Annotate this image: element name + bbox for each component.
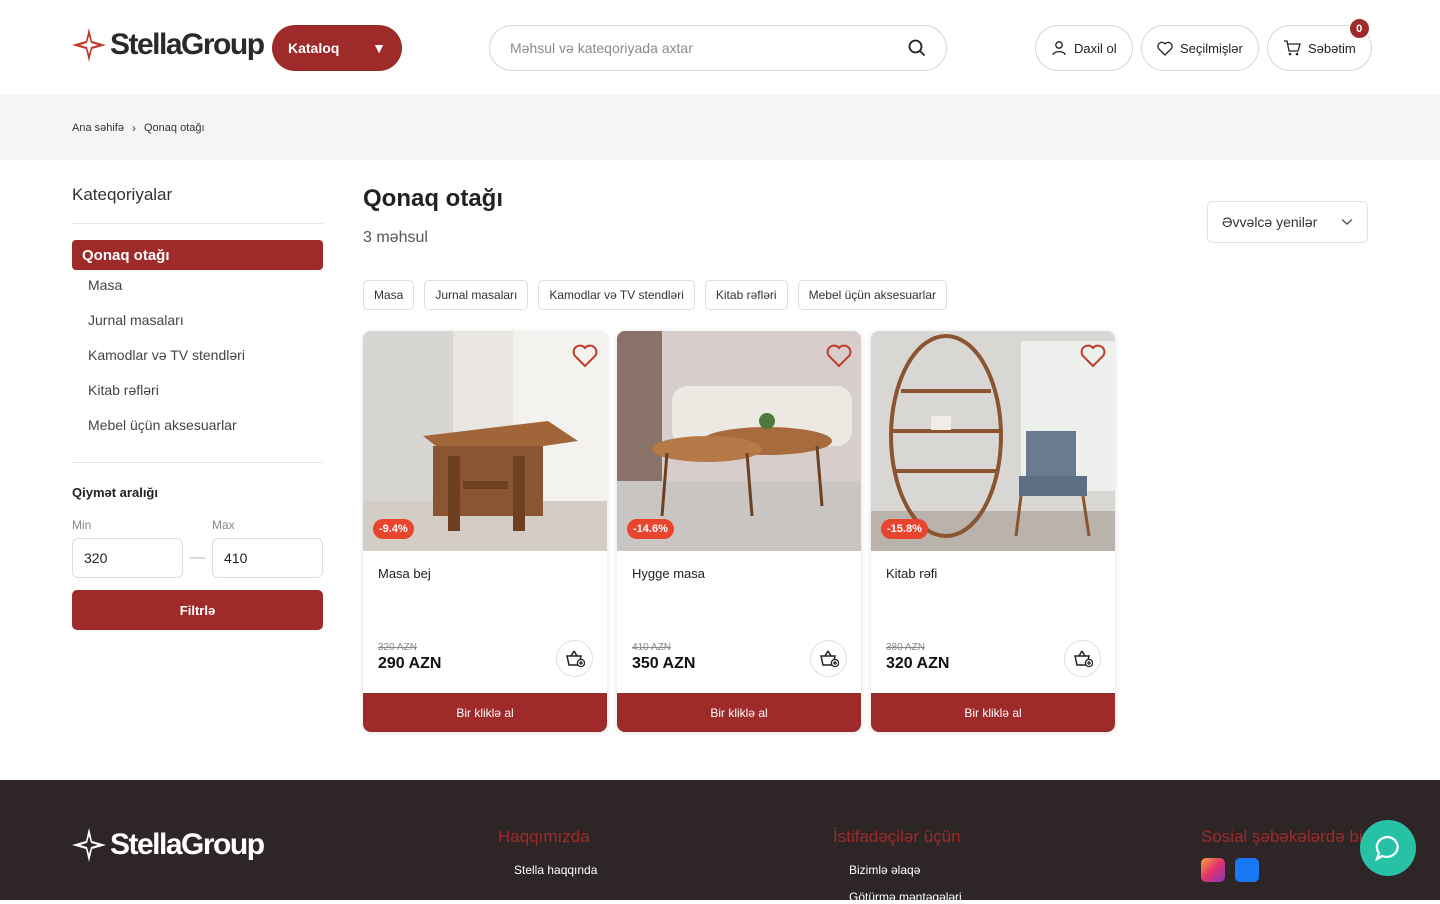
favorites-label: Seçilmişlər <box>1180 40 1243 56</box>
chat-bubble-icon <box>1375 835 1399 862</box>
heart-icon <box>1157 41 1173 56</box>
discount-badge: -15.8% <box>881 519 928 539</box>
chip[interactable]: Kitab rəfləri <box>704 280 788 310</box>
sort-label: Əvvəlcə yenilər <box>1222 214 1318 230</box>
footer-about-title: Haqqımızda <box>498 827 590 846</box>
old-price: 320 AZN <box>378 642 417 653</box>
category-item[interactable]: Masa <box>72 267 323 302</box>
add-to-cart-button[interactable] <box>1064 640 1101 677</box>
add-to-cart-button[interactable] <box>810 640 847 677</box>
discount-badge: -14.6% <box>627 519 674 539</box>
instagram-icon[interactable] <box>1201 858 1225 882</box>
footer-link[interactable]: Stella haqqında <box>514 863 597 877</box>
category-item[interactable]: Jurnal masaları <box>72 302 323 337</box>
footer-link[interactable]: Götürmə məntəqələri <box>849 890 962 904</box>
footer-logo-text: StellaGroup <box>110 828 265 861</box>
favorites-button[interactable]: Seçilmişlər <box>1141 25 1259 71</box>
subcategory-chips: Masa Jurnal masaları Kamodlar və TV sten… <box>363 280 947 310</box>
category-item[interactable]: Kamodlar və TV stendləri <box>72 337 323 372</box>
old-price: 410 AZN <box>632 642 671 653</box>
product-card[interactable]: -9.4% Masa bej 320 AZN 290 AZN Bir klikl… <box>363 331 607 732</box>
max-label: Max <box>212 518 235 532</box>
favorite-heart-icon[interactable] <box>572 344 598 368</box>
range-dash: — <box>189 549 206 566</box>
category-item[interactable]: Mebel üçün aksesuarlar <box>72 407 323 442</box>
min-price-input[interactable] <box>72 538 183 578</box>
search-bar[interactable] <box>489 25 947 71</box>
favorite-heart-icon[interactable] <box>826 344 852 368</box>
price: 320 AZN <box>886 655 950 672</box>
footer-users-title: İstifadəçilər üçün <box>833 827 961 846</box>
buy-one-click-button[interactable]: Bir kliklə al <box>363 693 607 732</box>
buy-one-click-button[interactable]: Bir kliklə al <box>871 693 1115 732</box>
login-button[interactable]: Daxil ol <box>1035 25 1133 71</box>
add-to-cart-button[interactable] <box>556 640 593 677</box>
product-image[interactable]: -15.8% <box>871 331 1115 551</box>
breadcrumb: Ana səhifə › Qonaq otağı <box>0 95 1440 160</box>
sort-select[interactable]: Əvvəlcə yenilər <box>1207 201 1368 243</box>
discount-badge: -9.4% <box>373 519 414 539</box>
chip[interactable]: Masa <box>363 280 415 310</box>
filter-button[interactable]: Filtrlə <box>72 590 323 630</box>
user-icon <box>1052 41 1066 56</box>
favorite-heart-icon[interactable] <box>1080 344 1106 368</box>
price: 290 AZN <box>378 655 442 672</box>
logo-star-icon <box>72 828 106 862</box>
chip[interactable]: Mebel üçün aksesuarlar <box>797 280 947 310</box>
site-footer: StellaGroup Haqqımızda Stella haqqında İ… <box>0 780 1440 904</box>
catalog-button[interactable]: Kataloq ▼ <box>272 25 402 71</box>
product-name[interactable]: Hygge masa <box>632 566 705 581</box>
cart-count-badge: 0 <box>1347 17 1371 40</box>
footer-logo[interactable]: StellaGroup <box>72 828 265 862</box>
cart-label: Səbətim <box>1308 40 1356 56</box>
logo-star-icon <box>72 28 106 62</box>
search-icon[interactable] <box>908 39 926 57</box>
sidebar: Kateqoriyalar Qonaq otağı Masa Jurnal ma… <box>72 185 323 630</box>
catalog-label: Kataloq <box>288 40 340 56</box>
chip[interactable]: Kamodlar və TV stendləri <box>538 280 695 310</box>
chip[interactable]: Jurnal masaları <box>424 280 529 310</box>
category-item[interactable]: Kitab rəfləri <box>72 372 323 407</box>
old-price: 380 AZN <box>886 642 925 653</box>
main-content: Qonaq otağı 3 məhsul Əvvəlcə yenilər Mas… <box>363 185 1368 732</box>
breadcrumb-current: Qonaq otağı <box>143 121 205 134</box>
basket-plus-icon <box>1073 650 1093 667</box>
login-label: Daxil ol <box>1074 40 1117 56</box>
category-list: Qonaq otağı Masa Jurnal masaları Kamodla… <box>72 240 323 463</box>
product-image[interactable]: -9.4% <box>363 331 607 551</box>
basket-plus-icon <box>819 650 839 667</box>
chat-button[interactable] <box>1360 820 1416 876</box>
cart-icon <box>1284 40 1301 56</box>
price: 350 AZN <box>632 655 696 672</box>
product-image[interactable]: -14.6% <box>617 331 861 551</box>
coffee-table-image <box>617 331 861 551</box>
breadcrumb-home[interactable]: Ana səhifə <box>72 122 124 134</box>
max-price-input[interactable] <box>212 538 323 578</box>
facebook-icon[interactable] <box>1235 858 1259 882</box>
cart-button[interactable]: Səbətim 0 <box>1267 17 1372 71</box>
site-header: StellaGroup Kataloq ▼ Daxil ol Seçilmişl… <box>0 0 1440 95</box>
footer-link[interactable]: Bizimlə əlaqə <box>849 863 920 877</box>
table-image <box>363 331 607 551</box>
product-name[interactable]: Kitab rəfi <box>886 566 937 581</box>
chevron-down-icon <box>1341 218 1353 225</box>
logo-text: StellaGroup <box>110 28 265 61</box>
product-name[interactable]: Masa bej <box>378 566 431 581</box>
search-input[interactable] <box>510 40 870 56</box>
chevron-right-icon: › <box>131 120 136 135</box>
product-card[interactable]: -14.6% Hygge masa 410 AZN 350 AZN Bir kl… <box>617 331 861 732</box>
bookshelf-image <box>871 331 1115 551</box>
min-label: Min <box>72 518 92 532</box>
basket-plus-icon <box>565 650 585 667</box>
product-card[interactable]: -15.8% Kitab rəfi 380 AZN 320 AZN Bir kl… <box>871 331 1115 732</box>
site-logo[interactable]: StellaGroup <box>72 28 265 62</box>
category-active[interactable]: Qonaq otağı <box>72 240 323 270</box>
price-range-title: Qiymət aralığı <box>72 485 158 500</box>
categories-title: Kateqoriyalar <box>72 185 323 224</box>
buy-one-click-button[interactable]: Bir kliklə al <box>617 693 861 732</box>
social-links <box>1201 858 1259 882</box>
caret-down-icon: ▼ <box>372 40 386 56</box>
product-grid: -9.4% Masa bej 320 AZN 290 AZN Bir klikl… <box>363 331 1115 732</box>
